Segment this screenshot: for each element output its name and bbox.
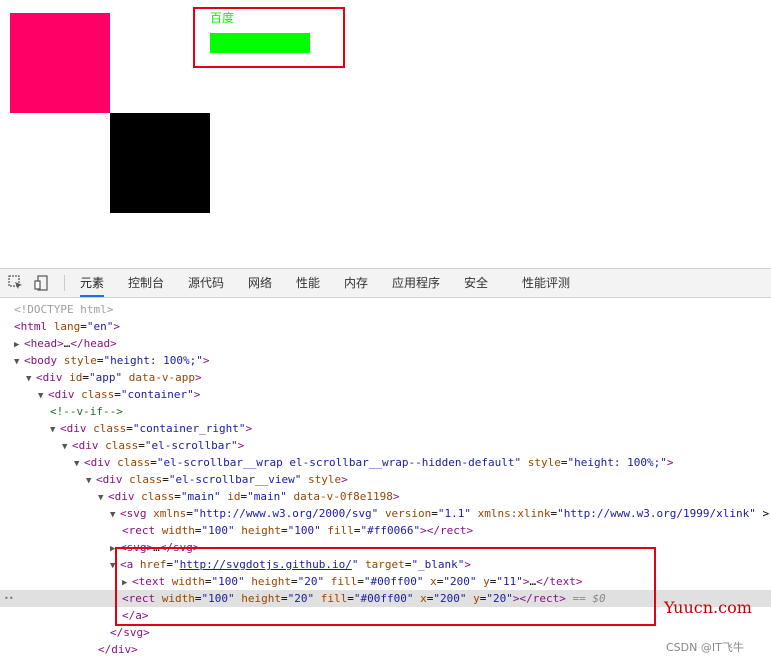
devtools-tab-0[interactable]: 元素 <box>80 269 105 297</box>
dom-tree-node[interactable]: ▼ <div class="el-scrollbar"> <box>0 437 771 454</box>
dom-node-code: <!DOCTYPE html> <box>14 303 114 316</box>
dom-node-code: <div class="el-scrollbar__wrap el-scroll… <box>84 456 674 469</box>
dom-tree-node[interactable]: ▼ <div id="app" data-v-app> <box>0 369 771 386</box>
dom-node-code: <div class="container"> <box>48 388 201 401</box>
dom-node-code: </div> <box>98 643 138 656</box>
highlight-box-devtools <box>115 547 656 626</box>
node-menu-dots-icon[interactable]: •• <box>4 590 14 607</box>
dom-tree-node[interactable]: <!DOCTYPE html> <box>0 301 771 318</box>
dom-tree-node[interactable]: ▼ <body style="height: 100%;"> <box>0 352 771 369</box>
dom-tree-node[interactable]: ▼ <div class="el-scrollbar__view" style> <box>0 471 771 488</box>
devtools-tab-3[interactable]: 网络 <box>248 269 272 297</box>
inspect-element-icon[interactable] <box>8 275 24 291</box>
dom-node-code: <head>…</head> <box>24 337 117 350</box>
dom-node-code: <div id="app" data-v-app> <box>36 371 202 384</box>
dom-node-code: <body style="height: 100%;"> <box>24 354 210 367</box>
watermark-yuucn: Yuucn.com <box>664 598 752 617</box>
device-toolbar-icon[interactable] <box>34 275 50 291</box>
devtools-tab-1[interactable]: 控制台 <box>128 269 164 297</box>
toolbar-separator <box>64 275 65 291</box>
dom-node-code: <!--v-if--> <box>50 405 123 418</box>
dom-tree-node[interactable]: </div> <box>0 641 771 658</box>
highlight-box-preview <box>193 7 345 68</box>
dom-tree-node[interactable]: <html lang="en"> <box>0 318 771 335</box>
dom-node-code: <div class="main" id="main" data-v-0f8e1… <box>108 490 400 503</box>
dom-tree-node[interactable]: ▼ <svg xmlns="http://www.w3.org/2000/svg"… <box>0 505 771 522</box>
dom-tree-node[interactable]: ▼ <div class="container"> <box>0 386 771 403</box>
devtools-tab-6[interactable]: 应用程序 <box>392 269 440 297</box>
pink-rect <box>10 13 110 113</box>
devtools-tab-7[interactable]: 安全 <box>464 269 488 297</box>
dom-node-code: <div class="container_right"> <box>60 422 253 435</box>
devtools-tab-8[interactable]: 性能评测 <box>522 269 570 297</box>
dom-tree-node[interactable]: ▶ <head>…</head> <box>0 335 771 352</box>
dom-tree-node[interactable]: <rect width="100" height="100" fill="#ff… <box>0 522 771 539</box>
devtools-tab-2[interactable]: 源代码 <box>188 269 224 297</box>
dom-tree-node[interactable]: ▼ <div class="el-scrollbar__wrap el-scrol… <box>0 454 771 471</box>
dom-tree-node[interactable]: ▼ <div class="main" id="main" data-v-0f8e… <box>0 488 771 505</box>
dom-node-code: <html lang="en"> <box>14 320 120 333</box>
dom-tree-node[interactable]: </svg> <box>0 624 771 641</box>
devtools-tab-bar: 元素 控制台 源代码 网络 性能 内存 应用程序 安全 性能评测 <box>0 269 771 298</box>
dom-node-code: </svg> <box>110 626 150 639</box>
dom-tree-node[interactable]: <!--v-if--> <box>0 403 771 420</box>
dom-tree-node[interactable]: ▼ <div class="container_right"> <box>0 420 771 437</box>
dom-node-code: <div class="el-scrollbar"> <box>72 439 245 452</box>
watermark-csdn: CSDN @IT飞牛 <box>666 641 744 654</box>
dom-node-code: <rect width="100" height="100" fill="#ff… <box>122 524 474 537</box>
devtools-tab-5[interactable]: 内存 <box>344 269 368 297</box>
black-rect <box>110 113 210 213</box>
dom-node-code: <div class="el-scrollbar__view" style> <box>96 473 348 486</box>
dom-node-code: <svg xmlns="http://www.w3.org/2000/svg" … <box>120 507 770 520</box>
devtools-tab-4[interactable]: 性能 <box>296 269 320 297</box>
